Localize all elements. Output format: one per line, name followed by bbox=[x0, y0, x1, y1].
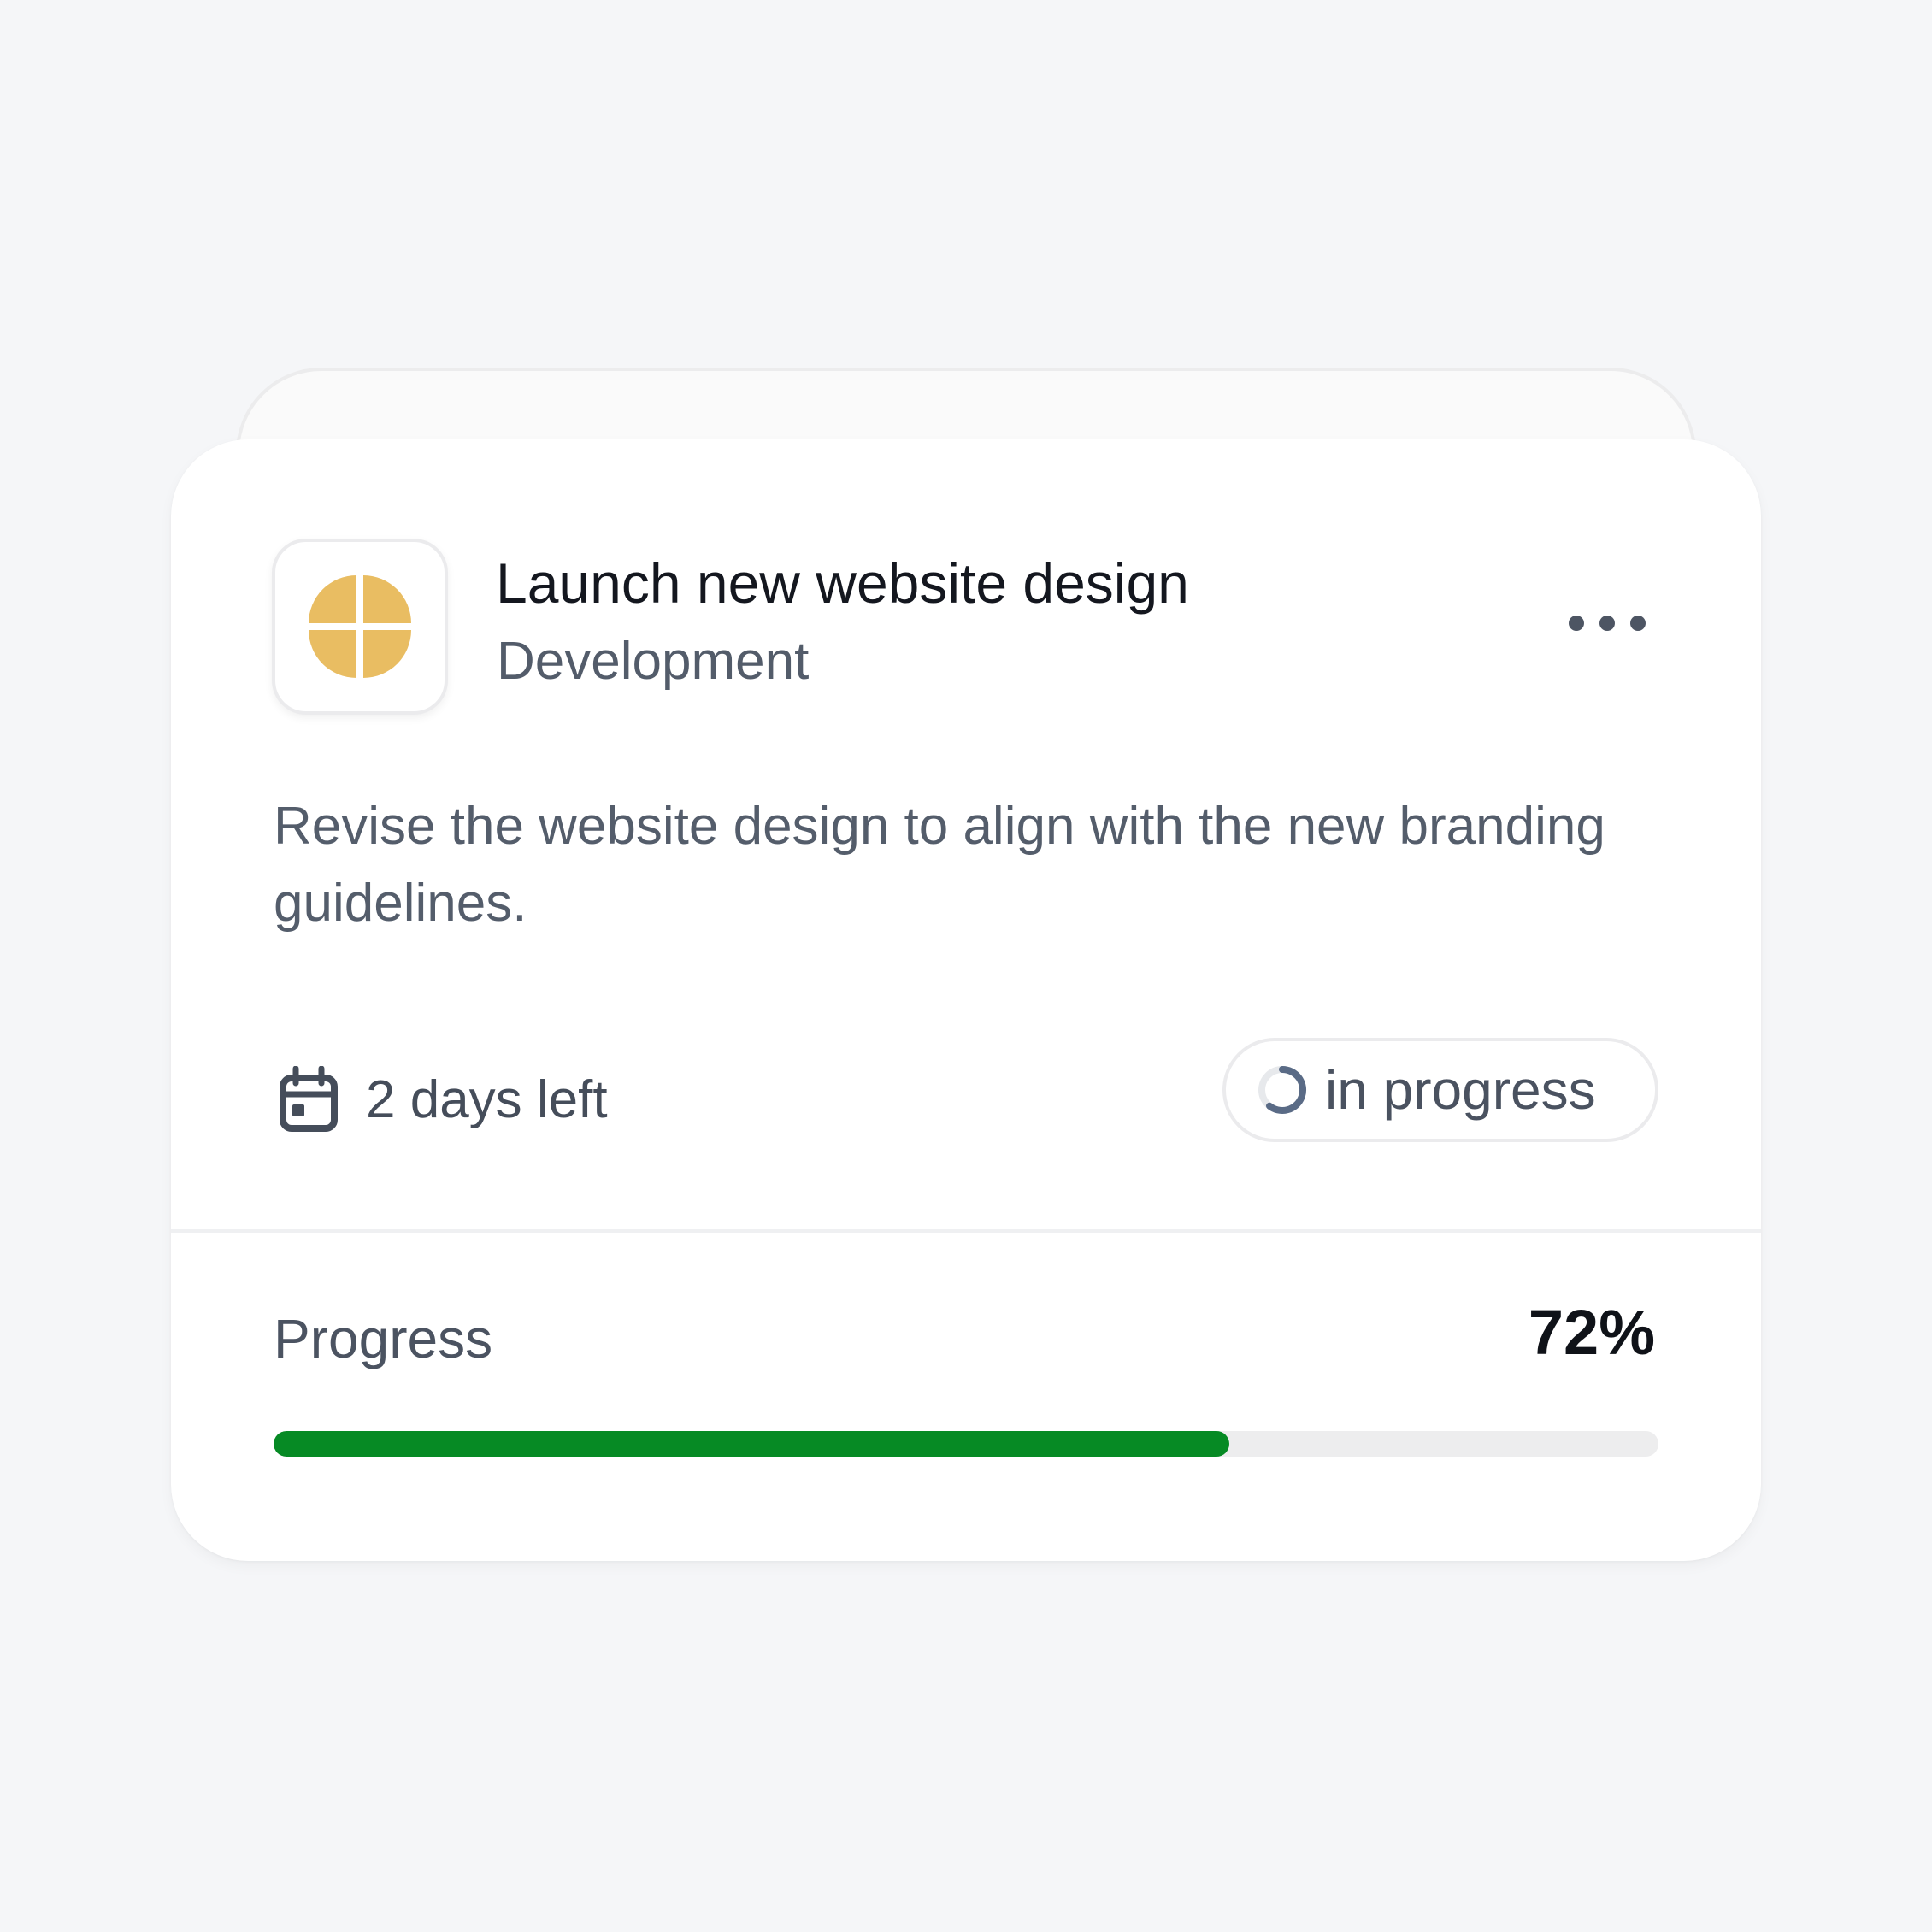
task-title: Launch new website design bbox=[496, 551, 1189, 615]
progress-bar-fill bbox=[274, 1431, 1229, 1457]
card-divider bbox=[171, 1229, 1761, 1233]
task-card[interactable]: Launch new website design Development Re… bbox=[171, 439, 1761, 1561]
status-badge[interactable]: in progress bbox=[1222, 1038, 1658, 1142]
progress-value: 72% bbox=[1528, 1297, 1655, 1368]
progress-ring-icon bbox=[1258, 1066, 1306, 1114]
status-text: in progress bbox=[1325, 1059, 1596, 1121]
due-date: 2 days left bbox=[279, 1057, 608, 1142]
task-description: Revise the website design to align with … bbox=[274, 797, 1605, 933]
due-text: 2 days left bbox=[366, 1069, 608, 1129]
calendar-icon bbox=[280, 1066, 338, 1132]
progress-label: Progress bbox=[274, 1308, 493, 1369]
progress-bar bbox=[274, 1431, 1658, 1457]
project-logo bbox=[272, 539, 448, 715]
more-horizontal-icon bbox=[1569, 616, 1646, 631]
task-category: Development bbox=[497, 632, 810, 691]
more-options-button[interactable] bbox=[1556, 593, 1658, 653]
sparkle-logo-icon bbox=[309, 575, 411, 678]
